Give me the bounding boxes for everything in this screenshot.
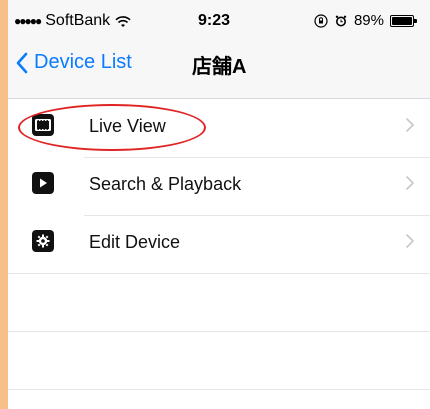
gear-icon [32, 230, 54, 252]
play-icon [32, 172, 54, 194]
carrier-name: SoftBank [45, 12, 111, 29]
back-button[interactable]: Device List [16, 51, 132, 74]
page-title: 店舗A [192, 56, 247, 78]
live-view-label: Live View [89, 116, 166, 136]
wifi-icon [115, 15, 131, 27]
chevron-right-icon [406, 118, 414, 132]
chevron-right-icon [406, 234, 414, 248]
status-time: 9:23 [198, 12, 231, 29]
signal-strength-icon: ●●●●● [14, 14, 42, 28]
separator [8, 331, 430, 332]
chevron-right-icon [406, 176, 414, 190]
alarm-icon [334, 14, 348, 28]
phone-screen: ●●●●● SoftBank 9:23 89% Device List 店舗A … [8, 0, 430, 409]
search-playback-label: Search & Playback [89, 174, 242, 194]
separator [8, 389, 430, 390]
film-strip-icon [32, 114, 54, 136]
status-bar: ●●●●● SoftBank 9:23 89% [8, 0, 430, 40]
list-item-search-playback[interactable]: Search & Playback [8, 157, 430, 215]
battery-icon [390, 14, 417, 27]
status-left: ●●●●● SoftBank [14, 12, 131, 30]
navigation-bar: Device List 店舗A [8, 40, 430, 99]
back-button-label: Device List [34, 51, 132, 73]
edit-device-label: Edit Device [89, 232, 181, 252]
list-item-live-view[interactable]: Live View [8, 99, 430, 157]
list-item-edit-device[interactable]: Edit Device [8, 215, 430, 273]
device-menu-list: Live View Search & Playback Edit Device [8, 99, 430, 409]
battery-percent: 89% [353, 12, 384, 29]
chevron-left-icon [16, 52, 28, 74]
status-right: 89% [314, 12, 417, 29]
orientation-lock-icon [314, 13, 328, 28]
separator [8, 273, 430, 274]
